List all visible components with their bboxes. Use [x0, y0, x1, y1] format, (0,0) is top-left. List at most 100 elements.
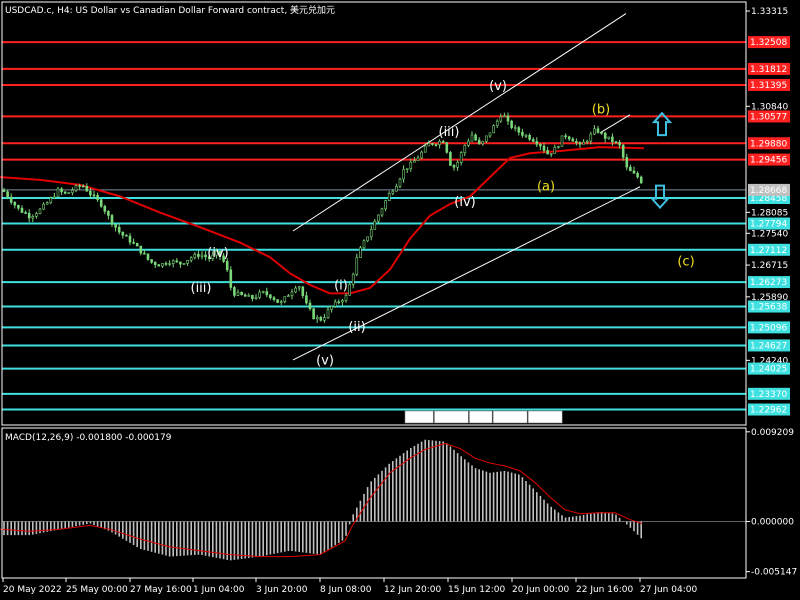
candle-body: [621, 144, 625, 158]
candle-body: [355, 257, 359, 275]
candle-body: [56, 188, 60, 198]
candle-body: [243, 294, 247, 297]
candle-body: [312, 308, 315, 320]
candle-body: [114, 224, 117, 228]
support-badge-label: 1.27112: [750, 246, 787, 256]
support-badge-label: 1.24627: [750, 341, 787, 351]
candle-body: [593, 128, 596, 135]
candle-body: [470, 134, 474, 142]
candle-body: [391, 190, 395, 194]
candle-body: [542, 145, 546, 151]
wave-label: (c): [677, 254, 694, 269]
candle-body: [74, 185, 78, 191]
candle-body: [49, 197, 53, 203]
candle-body: [272, 297, 276, 300]
candle-body: [330, 306, 333, 310]
wave-label: (iii): [191, 281, 212, 296]
candle-body: [603, 132, 607, 139]
candle-body: [305, 295, 308, 304]
candle-body: [585, 140, 589, 143]
candle-body: [31, 216, 35, 219]
candle-body: [459, 152, 463, 163]
price-tick-label: 1.33315: [751, 7, 788, 17]
candle-body: [434, 144, 438, 146]
candle-body: [560, 135, 564, 147]
candle-body: [564, 135, 567, 138]
candle-body: [477, 139, 481, 145]
candle-body: [297, 286, 301, 289]
candle-body: [607, 136, 611, 139]
candle-body: [27, 212, 31, 219]
candle-body: [506, 115, 510, 122]
candle-body: [236, 291, 240, 296]
candle-body: [521, 131, 524, 136]
candle-body: [60, 188, 63, 193]
candle-body: [481, 140, 485, 145]
candle-body: [632, 170, 636, 174]
candle-body: [146, 253, 150, 260]
candle-body: [229, 269, 233, 288]
candle-body: [276, 299, 279, 303]
support-badge-label: 1.24025: [750, 365, 787, 375]
candle-body: [233, 287, 236, 296]
candle-body: [197, 253, 200, 257]
candle-body: [333, 301, 337, 307]
wave-label: (v): [316, 354, 334, 369]
candle-body: [240, 291, 243, 296]
candle-body: [326, 309, 330, 318]
candle-body: [351, 273, 355, 285]
candle-body: [24, 212, 27, 214]
candle-body: [535, 141, 539, 145]
candle-body: [157, 264, 161, 267]
candle-body: [395, 186, 398, 192]
candle-body: [315, 317, 319, 320]
time-tick-label: 25 May 00:00: [66, 585, 128, 595]
resistance-badge-label: 1.32508: [750, 38, 787, 48]
candle-body: [531, 139, 535, 142]
candle-body: [323, 317, 326, 321]
resistance-badge-label: 1.30577: [750, 112, 787, 122]
candle-body: [503, 115, 506, 118]
candle-body: [423, 145, 427, 153]
time-tick-label: 27 May 16:00: [130, 585, 192, 595]
candle-body: [175, 260, 179, 263]
candle-body: [171, 260, 175, 264]
candle-body: [103, 205, 107, 212]
candle-body: [168, 263, 171, 265]
candle-body: [193, 253, 197, 259]
resistance-badge-label: 1.31395: [750, 81, 787, 91]
time-tick-label: 15 Jun 12:00: [448, 585, 505, 595]
candle-body: [636, 172, 639, 178]
candle-body: [524, 135, 528, 137]
candle-body: [600, 132, 603, 134]
candle-body: [427, 143, 431, 147]
candle-body: [377, 214, 380, 222]
candle-body: [420, 151, 423, 159]
candle-body: [611, 136, 614, 143]
candle-body: [179, 261, 182, 265]
candle-body: [413, 160, 416, 163]
candle-body: [45, 202, 49, 205]
time-tick-label: 20 Jun 00:00: [512, 585, 569, 595]
candle-body: [618, 141, 621, 146]
candle-body: [96, 194, 99, 200]
time-marker-label: 00:00: [531, 413, 557, 423]
candle-body: [308, 302, 312, 310]
candle-body: [117, 226, 121, 233]
candle-body: [107, 210, 110, 216]
candle-body: [17, 204, 20, 209]
candle-body: [81, 185, 85, 188]
candle-body: [161, 263, 164, 267]
candle-body: [589, 133, 593, 142]
candle-body: [319, 317, 323, 321]
wave-label: (i): [334, 279, 348, 294]
candle-body: [9, 196, 13, 203]
candle-body: [121, 231, 125, 236]
candle-body: [143, 252, 146, 255]
wave-label: (v): [489, 79, 507, 94]
candle-body: [488, 132, 492, 137]
candle-body: [287, 295, 290, 298]
candle-body: [517, 127, 521, 133]
wave-label: (ii): [348, 320, 365, 335]
candle-body: [251, 295, 254, 299]
